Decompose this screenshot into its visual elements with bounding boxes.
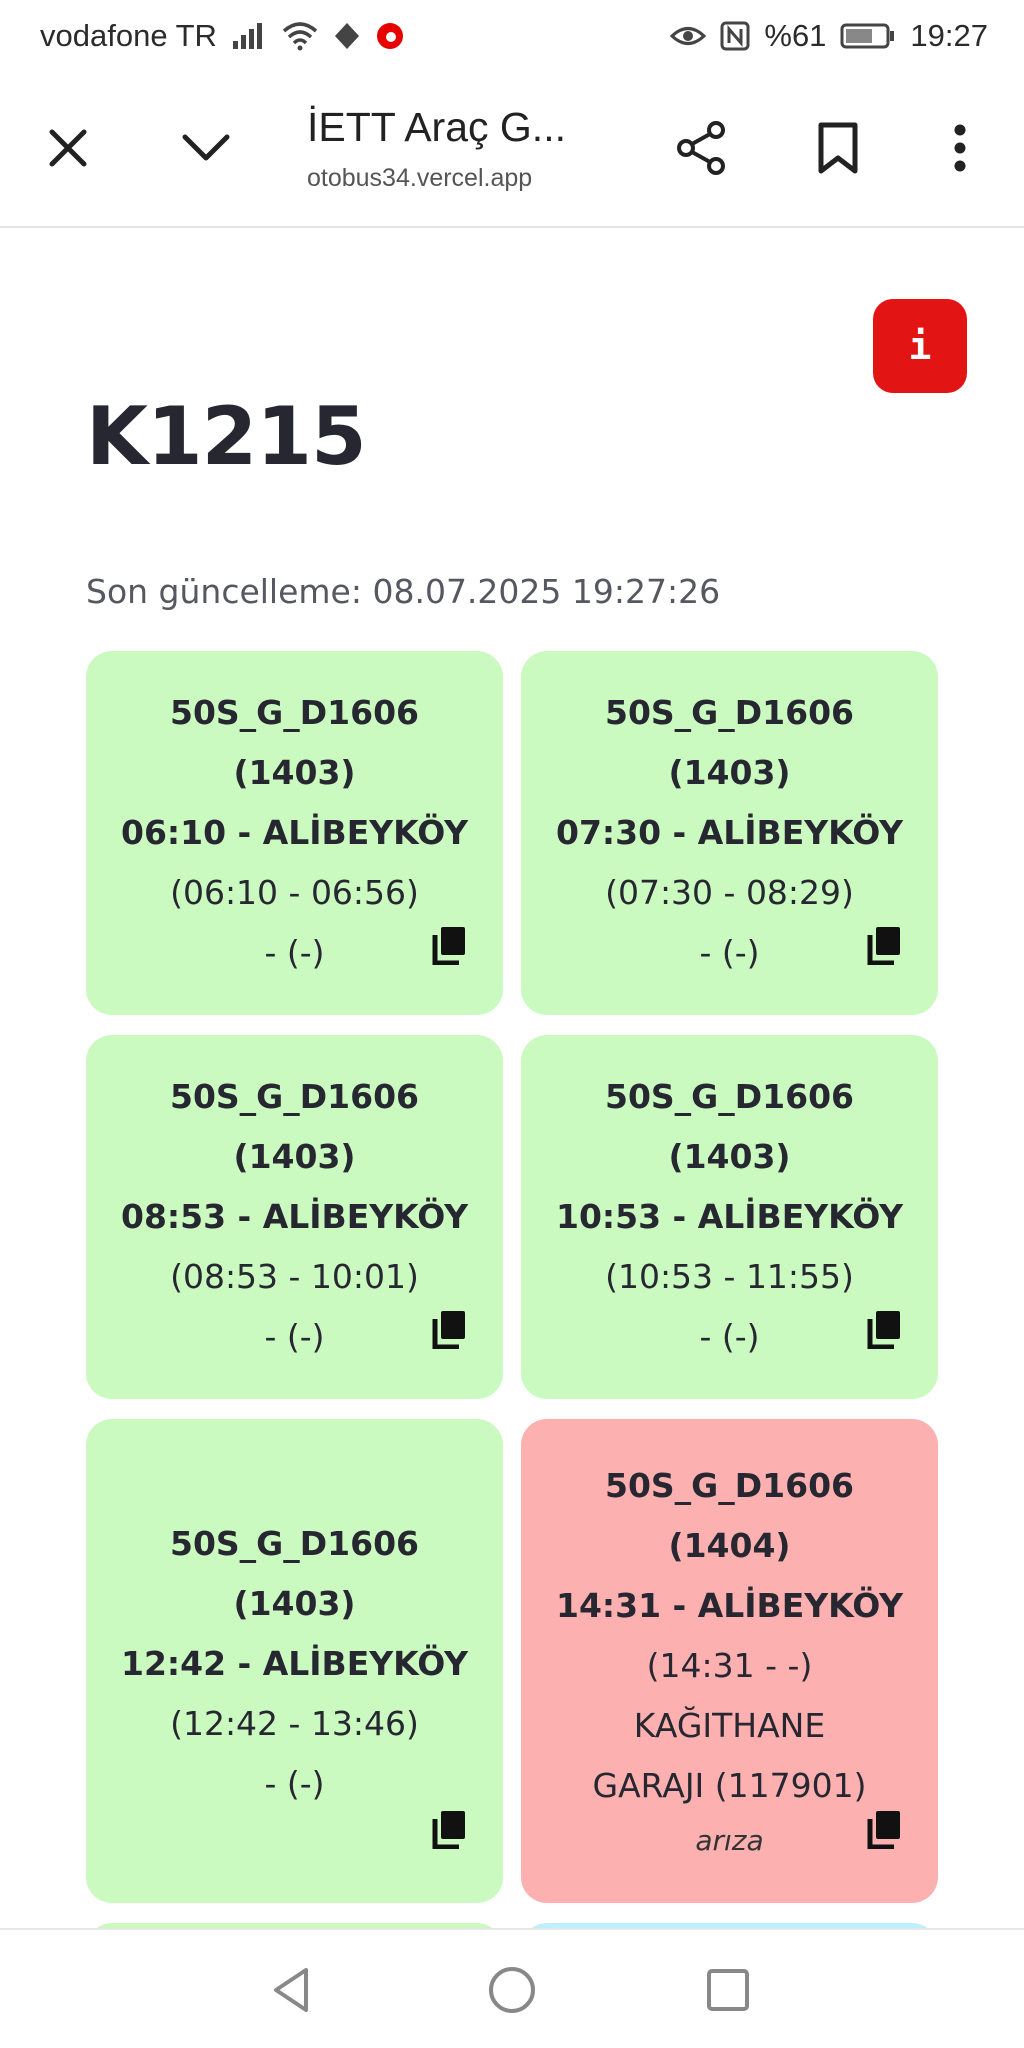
trip-card-line: 50S_G_D1606 — [604, 1466, 854, 1505]
trip-card-line: - (-) — [699, 933, 760, 972]
signal-icon — [232, 23, 262, 49]
eye-icon — [670, 27, 707, 45]
trip-card-line: (10:53 - 11:55) — [605, 1257, 854, 1296]
recents-button[interactable] — [698, 1960, 758, 2020]
trip-card-line: (1403) — [233, 1137, 356, 1176]
web-page: i K1215 Son güncelleme: 08.07.2025 19:27… — [0, 230, 1024, 1928]
trip-card-line: (1403) — [233, 753, 356, 792]
trip-card-line: 08:53 - ALİBEYKÖY — [120, 1197, 468, 1236]
vodafone-icon — [376, 23, 403, 49]
clock: 19:27 — [910, 18, 988, 53]
chevron-down-icon — [182, 134, 230, 161]
browser-toolbar: İETT Araç G... otobus34.vercel.app — [0, 72, 1024, 228]
trip-card-line: (1403) — [668, 753, 791, 792]
trip-card-line: 10:53 - ALİBEYKÖY — [555, 1197, 903, 1236]
trip-card-line: 50S_G_D1606 — [169, 693, 419, 732]
trip-card-line: 07:30 - ALİBEYKÖY — [555, 813, 903, 852]
trip-card-line: (06:10 - 06:56) — [170, 873, 419, 912]
battery-percent: %61 — [764, 18, 827, 53]
back-button[interactable] — [262, 1960, 322, 2020]
trip-card[interactable]: 50S_G_D1606 (1403) 06:10 - ALİBEYKÖY (06:10… — [86, 651, 503, 1015]
carrier-name: vodafone TR — [40, 18, 217, 53]
data-saver-icon — [334, 23, 359, 49]
more-vert-icon — [954, 124, 966, 172]
page-url[interactable]: otobus34.vercel.app — [307, 164, 532, 193]
share-button[interactable] — [670, 116, 734, 180]
trip-card-line: 50S_G_D1606 — [169, 1077, 419, 1116]
trip-card[interactable]: 50S_G_D1606 (1403) 07:30 - ALİBEYKÖY (07:30… — [521, 651, 938, 1015]
trip-card-line: 06:10 - ALİBEYKÖY — [120, 813, 468, 852]
trip-card-line: - (-) — [264, 1764, 325, 1803]
trip-card-line: 50S_G_D1606 — [169, 1524, 419, 1563]
trip-card-line: (1404) — [668, 1526, 791, 1565]
copy-icon[interactable] — [431, 1809, 467, 1849]
copy-icon[interactable] — [431, 925, 467, 965]
trip-card-line: - (-) — [264, 933, 325, 972]
last-updated: Son güncelleme: 08.07.2025 19:27:26 — [86, 572, 721, 611]
status-bar: vodafone TR %61 19:27 — [0, 0, 1024, 72]
trip-card-line: (1403) — [668, 1137, 791, 1176]
bookmark-icon — [818, 122, 858, 174]
trip-card[interactable]: 50S_G_D1606 (1403) 08:53 - ALİBEYKÖY (08:53… — [86, 1035, 503, 1399]
back-triangle-icon — [274, 1968, 308, 2012]
system-nav-bar — [0, 1928, 1024, 2048]
trip-card-line: (12:42 - 13:46) — [170, 1704, 419, 1743]
page-title: K1215 — [86, 390, 367, 483]
trip-card-line: (07:30 - 08:29) — [605, 873, 854, 912]
trip-card-line: 12:42 - ALİBEYKÖY — [120, 1644, 468, 1683]
battery-icon — [840, 23, 895, 49]
copy-icon[interactable] — [866, 925, 902, 965]
trip-card-line: (08:53 - 10:01) — [170, 1257, 419, 1296]
copy-icon[interactable] — [866, 1809, 902, 1849]
trip-card-line: KAĞITHANE — [633, 1706, 826, 1745]
more-options-button[interactable] — [928, 116, 992, 180]
copy-icon[interactable] — [431, 1309, 467, 1349]
home-button[interactable] — [482, 1960, 542, 2020]
copy-icon[interactable] — [866, 1309, 902, 1349]
trip-card-note: arıza — [695, 1824, 764, 1857]
close-icon — [49, 129, 87, 167]
trip-card-line: - (-) — [264, 1317, 325, 1356]
bookmark-button[interactable] — [806, 116, 870, 180]
trip-card[interactable]: 50S_G_D1606 (1403) 10:53 - ALİBEYKÖY (10:53… — [521, 1035, 938, 1399]
trip-card[interactable]: 50S_G_D1606 (1403) 12:42 - ALİBEYKÖY (12:42… — [86, 1419, 503, 1903]
trip-card-line: (14:31 - -) — [646, 1646, 813, 1685]
home-circle-icon — [489, 1967, 535, 2013]
minimize-button[interactable] — [176, 118, 236, 178]
page-tab-title: İETT Araç G... — [307, 104, 566, 150]
close-tab-button[interactable] — [38, 118, 98, 178]
nfc-icon — [720, 21, 750, 51]
trip-card-line: 50S_G_D1606 — [604, 1077, 854, 1116]
trip-card-line: 50S_G_D1606 — [604, 693, 854, 732]
trip-card-line: - (-) — [699, 1317, 760, 1356]
trip-card-line: 14:31 - ALİBEYKÖY — [555, 1586, 903, 1625]
recents-square-icon — [707, 1969, 749, 2011]
wifi-icon — [282, 22, 318, 51]
trip-card-line: GARAJI (117901) — [592, 1766, 867, 1805]
trip-card[interactable]: 50S_G_D1606 (1404) 14:31 - ALİBEYKÖY (14:31… — [521, 1419, 938, 1903]
trip-card-line: (1403) — [233, 1584, 356, 1623]
info-button[interactable]: i — [873, 299, 967, 393]
share-icon — [677, 121, 725, 175]
